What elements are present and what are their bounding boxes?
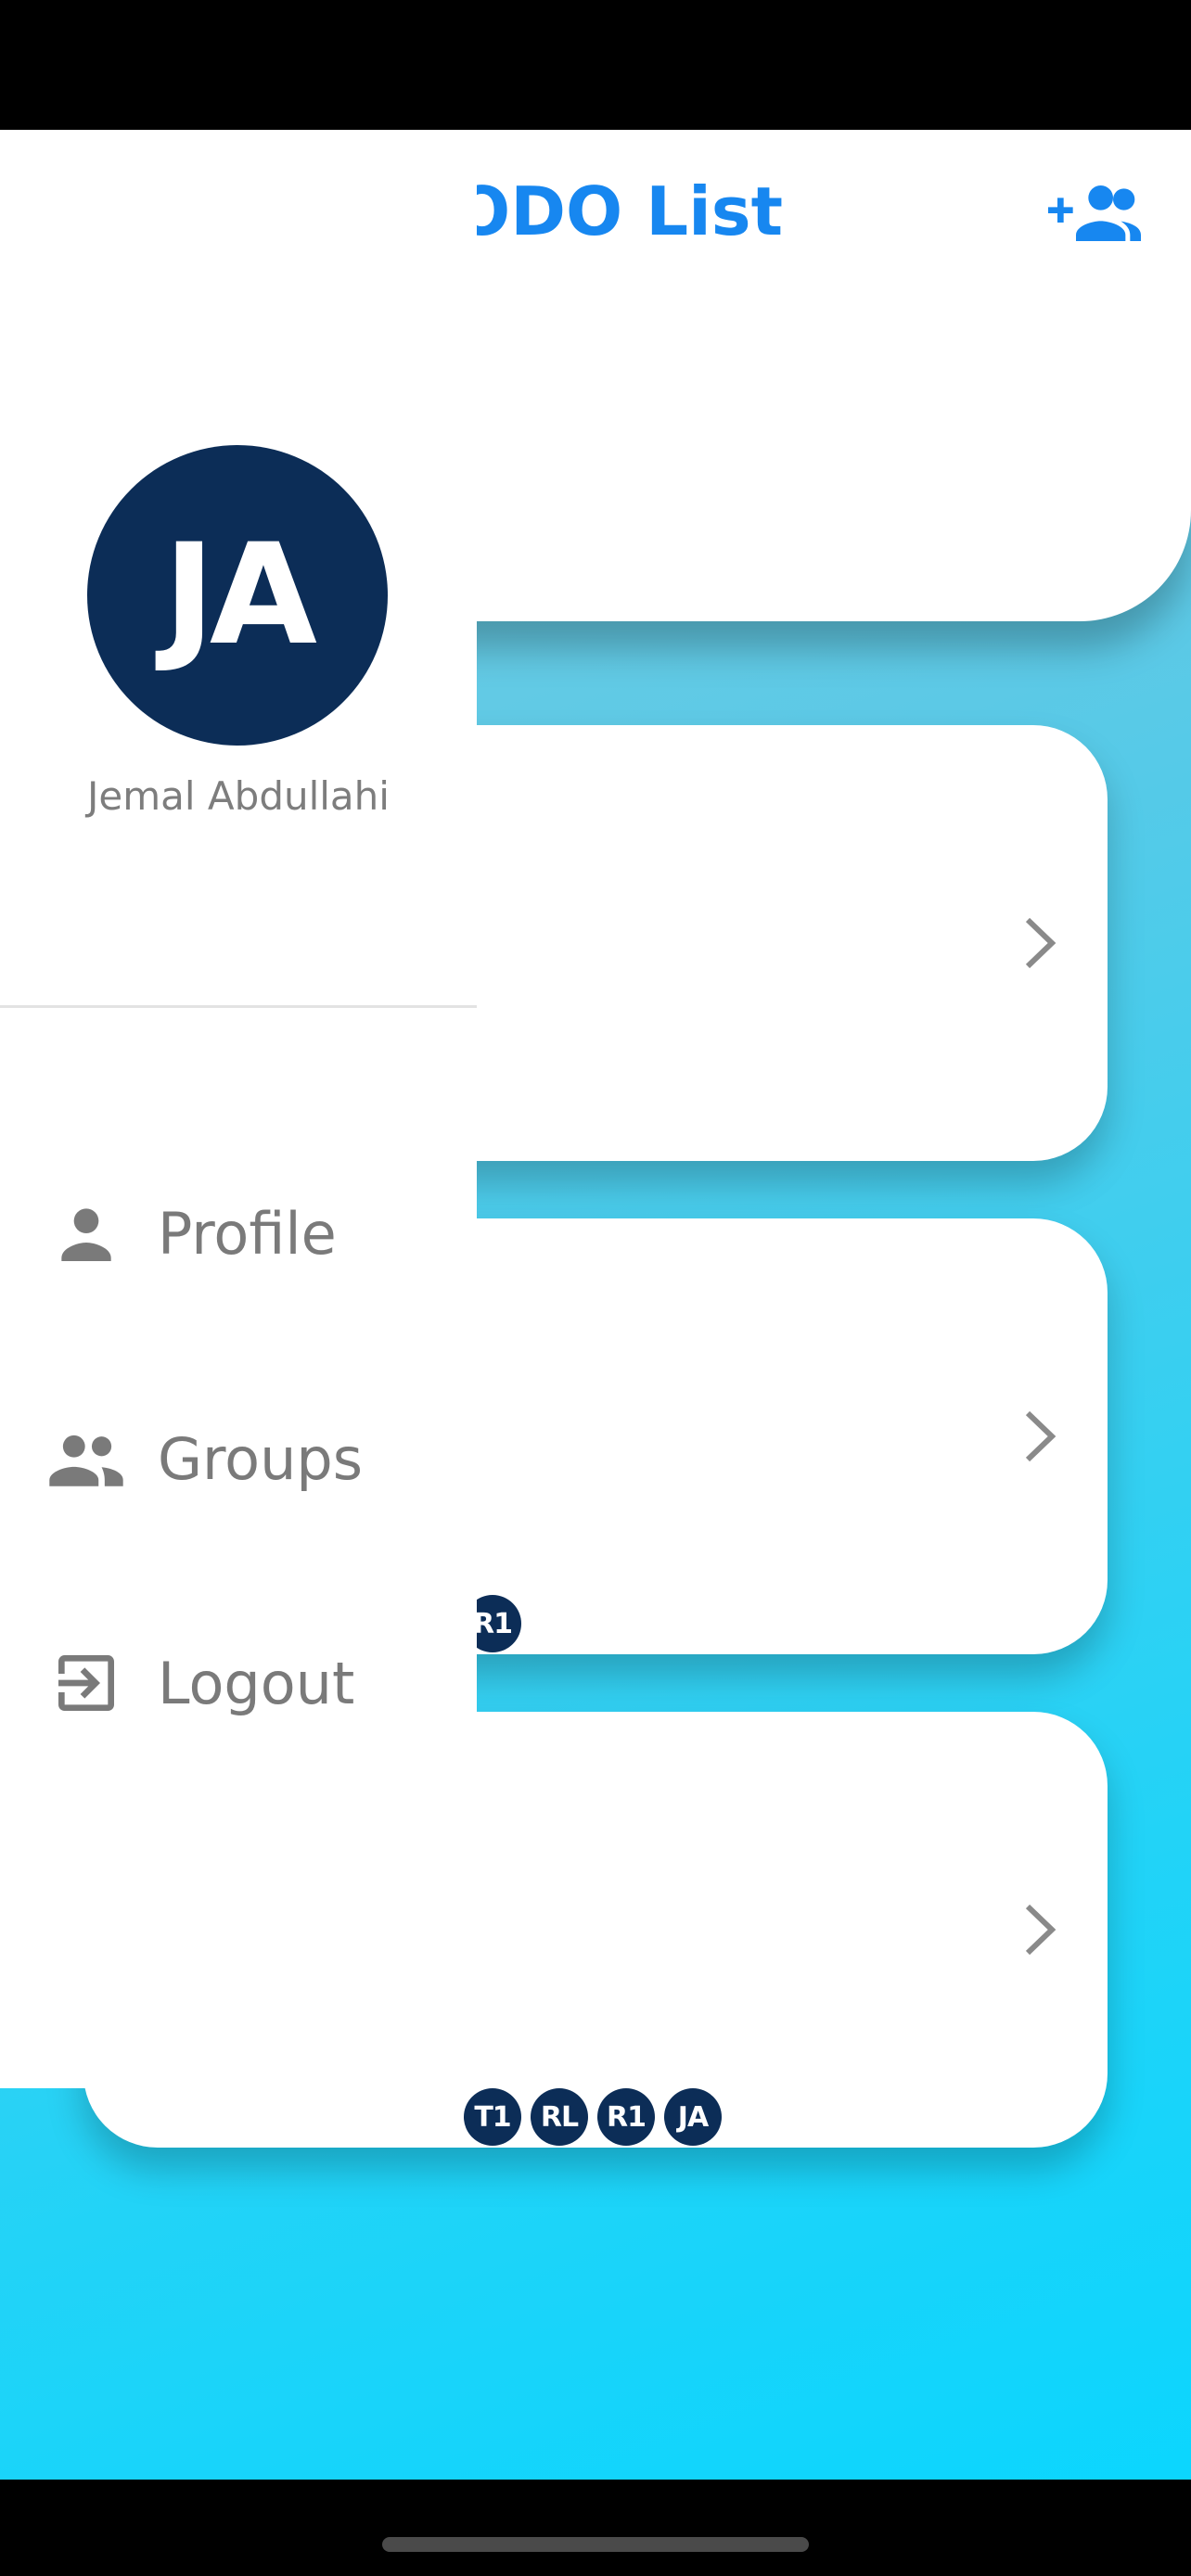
menu-item-groups[interactable]: Groups xyxy=(0,1403,477,1514)
menu-item-logout[interactable]: Logout xyxy=(0,1627,477,1739)
member-badge: T1 xyxy=(464,2088,521,2146)
add-group-button[interactable] xyxy=(1048,176,1141,250)
navigation-drawer: JA Jemal Abdullahi Profile Groups Logout xyxy=(0,130,477,2088)
chevron-right-icon xyxy=(1025,917,1057,969)
avatar[interactable]: JA xyxy=(87,445,388,746)
divider xyxy=(0,1005,477,1008)
screen: TODO List R1 T1 RL R1 JA JA Jemal Abdull… xyxy=(0,0,1191,2576)
chevron-right-icon xyxy=(1025,1410,1057,1462)
menu-item-label: Logout xyxy=(158,1649,355,1717)
user-name: Jemal Abdullahi xyxy=(87,773,390,819)
menu-item-label: Profile xyxy=(158,1199,337,1268)
home-indicator[interactable] xyxy=(382,2537,809,2552)
group-add-icon xyxy=(1048,185,1141,241)
logout-icon xyxy=(45,1641,128,1725)
status-bar xyxy=(0,0,1191,130)
groups-icon xyxy=(45,1417,128,1500)
member-badge: R1 xyxy=(597,2088,655,2146)
chevron-right-icon xyxy=(1025,1904,1057,1956)
member-badges: T1 RL R1 JA xyxy=(464,2088,722,2146)
member-badge: RL xyxy=(531,2088,588,2146)
menu-item-profile[interactable]: Profile xyxy=(0,1178,477,1289)
menu-item-label: Groups xyxy=(158,1424,364,1493)
system-navigation-bar xyxy=(0,2480,1191,2576)
person-icon xyxy=(45,1192,128,1275)
member-badge: JA xyxy=(664,2088,722,2146)
